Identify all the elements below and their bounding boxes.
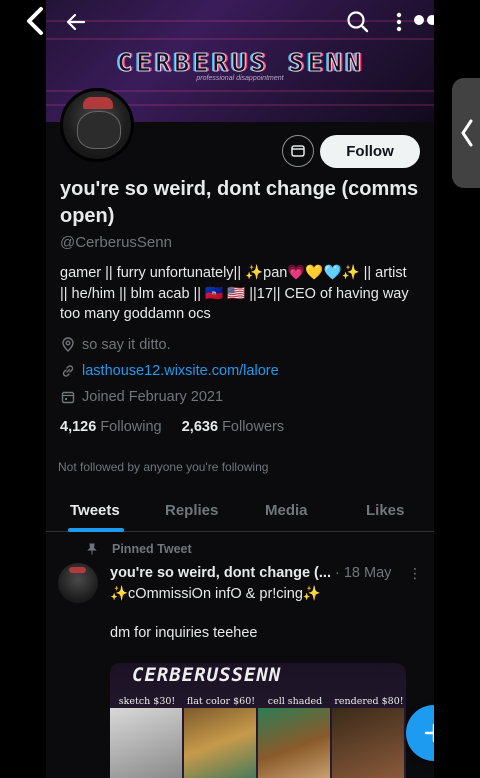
tweet-text-line: ✨cOmmissiOn infO & pr!cing✨ [110,586,321,602]
system-back-icon[interactable] [22,6,48,36]
followers-link[interactable]: 2,636 Followers [182,419,284,435]
tweet-author-name[interactable]: you're so weird, dont change (... [110,565,331,581]
website-link[interactable]: lasthouse12.wixsite.com/lalore [82,363,279,379]
location-text: so say it ditto. [82,337,171,353]
screen: CERBERUS SENN professional disappointmen… [0,0,480,778]
bio-line: gamer || furry unfortunately|| ✨pan💗💛🩵✨ … [60,265,407,281]
tab-media[interactable]: Media [265,502,308,519]
following-label: Following [100,419,162,435]
website-row: lasthouse12.wixsite.com/lalore [60,361,279,381]
joined-date: Joined February 2021 [82,389,224,405]
follow-counts: 4,126 Following 2,636 Followers [60,419,284,435]
profile-bio: gamer || furry unfortunately|| ✨pan💗💛🩵✨ … [60,263,426,325]
followers-you-know: Not followed by anyone you're following [58,460,269,474]
bio-line: too many goddamn ocs [60,306,211,322]
edge-panel-handle[interactable] [452,78,480,188]
tweet-avatar[interactable] [58,563,98,603]
tweet-date[interactable]: · 18 May [335,565,391,581]
rendered-panel [332,708,404,778]
following-link[interactable]: 4,126 Following [60,419,162,435]
joined-row: Joined February 2021 [60,387,223,407]
tweet-text-line: dm for inquiries teehee [110,625,258,641]
compose-tweet-button[interactable] [406,705,434,761]
tab-replies[interactable]: Replies [165,502,218,519]
pinned-indicator: Pinned Tweet [86,542,192,556]
calendar-icon [61,391,75,404]
pinned-label: Pinned Tweet [112,542,192,556]
location-row: so say it ditto. [60,335,171,355]
message-button[interactable] [282,135,314,167]
following-count: 4,126 [60,419,97,435]
tab-likes[interactable]: Likes [366,502,404,519]
tab-tweets[interactable]: Tweets [70,502,120,519]
media-title: CERBERUSSENN [132,664,282,686]
bio-line: || he/him || blm acab || 🇭🇹 🇺🇸 ||17|| CE… [60,285,409,302]
pin-icon [87,543,97,555]
followers-count: 2,636 [181,419,219,435]
flat-color-panel [184,708,256,778]
search-icon[interactable] [344,8,372,36]
more-horizontal-icon[interactable] [412,8,434,36]
profile-avatar[interactable] [60,88,134,162]
tweet-more-icon[interactable]: ⋮ [408,565,422,582]
link-icon [62,365,74,377]
profile-page: CERBERUS SENN professional disappointmen… [46,0,434,778]
sketch-panel [110,708,182,778]
location-pin-icon [62,337,74,352]
active-tab-indicator [68,528,124,532]
back-arrow-icon[interactable] [62,8,90,36]
display-name: you're so weird, dont change (comms open… [60,178,419,227]
banner-subtitle: professional disappointment [196,75,284,82]
tweet-header: you're so weird, dont change (... · 18 M… [110,565,428,581]
plus-icon [424,723,434,743]
more-vertical-icon[interactable] [392,8,406,36]
tweet-media-image[interactable]: CERBERUSSENN sketch $30! flat color $60!… [110,663,406,778]
follow-button[interactable]: Follow [320,135,420,168]
followers-label: Followers [222,419,285,435]
banner-title: CERBERUS SENN [117,48,365,78]
username-handle: @CerberusSenn [60,234,172,251]
cell-shaded-panel [258,708,330,778]
chevron-left-icon [461,119,473,147]
top-bar [46,0,434,44]
mail-icon [291,145,305,157]
profile-tabs: Tweets Replies Media Likes [46,496,434,532]
